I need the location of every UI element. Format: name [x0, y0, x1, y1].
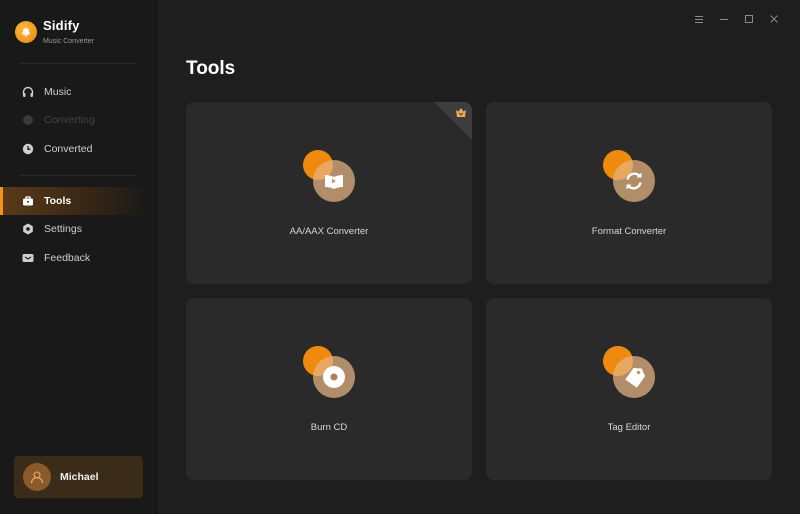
- sidebar-item-feedback[interactable]: Feedback: [0, 244, 150, 272]
- sidebar-item-label: Music: [44, 86, 72, 98]
- user-name: Michael: [60, 471, 99, 483]
- main-content: Tools AA/AAX Converter Format Converter: [157, 0, 800, 514]
- clock-icon: [22, 143, 34, 155]
- divider: [20, 63, 136, 64]
- premium-badge-icon: [456, 108, 466, 117]
- sidebar-item-settings[interactable]: Settings: [0, 215, 150, 243]
- tool-card-burn-cd[interactable]: Burn CD: [186, 298, 472, 480]
- page-title: Tools: [186, 58, 236, 79]
- audiobook-icon: [303, 150, 357, 204]
- app-window: Sidify Music Converter Music Converting …: [0, 0, 800, 514]
- maximize-icon: [744, 14, 753, 23]
- logo-icon: [15, 21, 37, 43]
- tool-card-format-converter[interactable]: Format Converter: [486, 102, 772, 284]
- tool-card-tag-editor[interactable]: Tag Editor: [486, 298, 772, 480]
- close-button[interactable]: [761, 10, 786, 28]
- tool-card-aa-aax-converter[interactable]: AA/AAX Converter: [186, 102, 472, 284]
- user-profile[interactable]: Michael: [14, 456, 143, 498]
- menu-button[interactable]: [686, 10, 711, 28]
- brand: Sidify Music Converter: [15, 18, 94, 45]
- menu-icon: [694, 15, 703, 23]
- sidebar-item-music[interactable]: Music: [0, 78, 150, 106]
- tool-label: Burn CD: [310, 422, 348, 433]
- sidebar: Sidify Music Converter Music Converting …: [0, 0, 157, 514]
- close-icon: [769, 14, 778, 23]
- cd-icon: [303, 346, 357, 400]
- sidebar-item-converting: Converting: [0, 106, 150, 134]
- sidebar-item-label: Feedback: [44, 252, 91, 264]
- divider: [20, 175, 136, 176]
- brand-subtitle: Music Converter: [43, 38, 94, 45]
- window-controls: [686, 10, 786, 28]
- sidebar-item-label: Converted: [44, 143, 93, 155]
- user-icon: [30, 471, 44, 484]
- gear-icon: [22, 223, 34, 235]
- minimize-button[interactable]: [711, 10, 736, 28]
- avatar: [23, 463, 51, 491]
- sidebar-item-tools[interactable]: Tools: [0, 187, 150, 215]
- tool-label: Tag Editor: [607, 422, 651, 433]
- brand-name: Sidify: [43, 18, 80, 33]
- tag-icon: [603, 346, 657, 400]
- maximize-button[interactable]: [736, 10, 761, 28]
- sidebar-item-label: Converting: [44, 114, 95, 126]
- refresh-icon: [603, 150, 657, 204]
- tool-label: AA/AAX Converter: [289, 226, 369, 237]
- sidebar-item-label: Tools: [44, 195, 72, 207]
- minimize-icon: [719, 18, 728, 20]
- converting-icon: [22, 114, 34, 126]
- tool-label: Format Converter: [591, 226, 667, 237]
- headphones-icon: [22, 86, 34, 98]
- mail-icon: [22, 252, 34, 264]
- sidebar-item-converted[interactable]: Converted: [0, 135, 150, 163]
- toolbox-icon: [22, 195, 34, 207]
- sidebar-item-label: Settings: [44, 223, 82, 235]
